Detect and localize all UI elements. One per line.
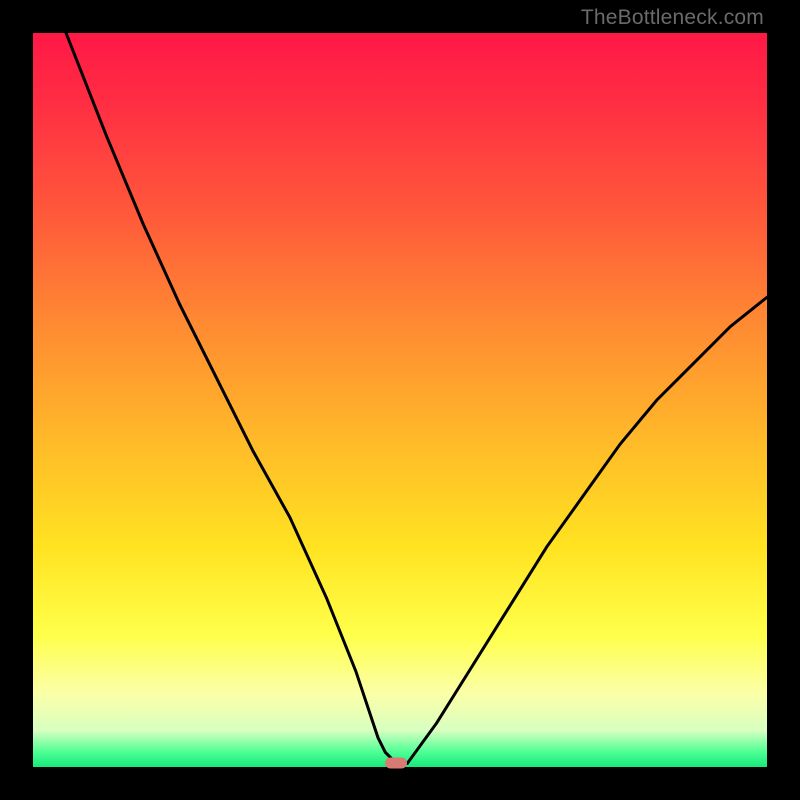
- plot-area: [33, 33, 767, 767]
- bottleneck-curve: [66, 33, 767, 763]
- minimum-marker: [385, 758, 407, 769]
- chart-frame: TheBottleneck.com: [0, 0, 800, 800]
- watermark-text: TheBottleneck.com: [581, 6, 764, 30]
- curve-svg: [33, 33, 767, 767]
